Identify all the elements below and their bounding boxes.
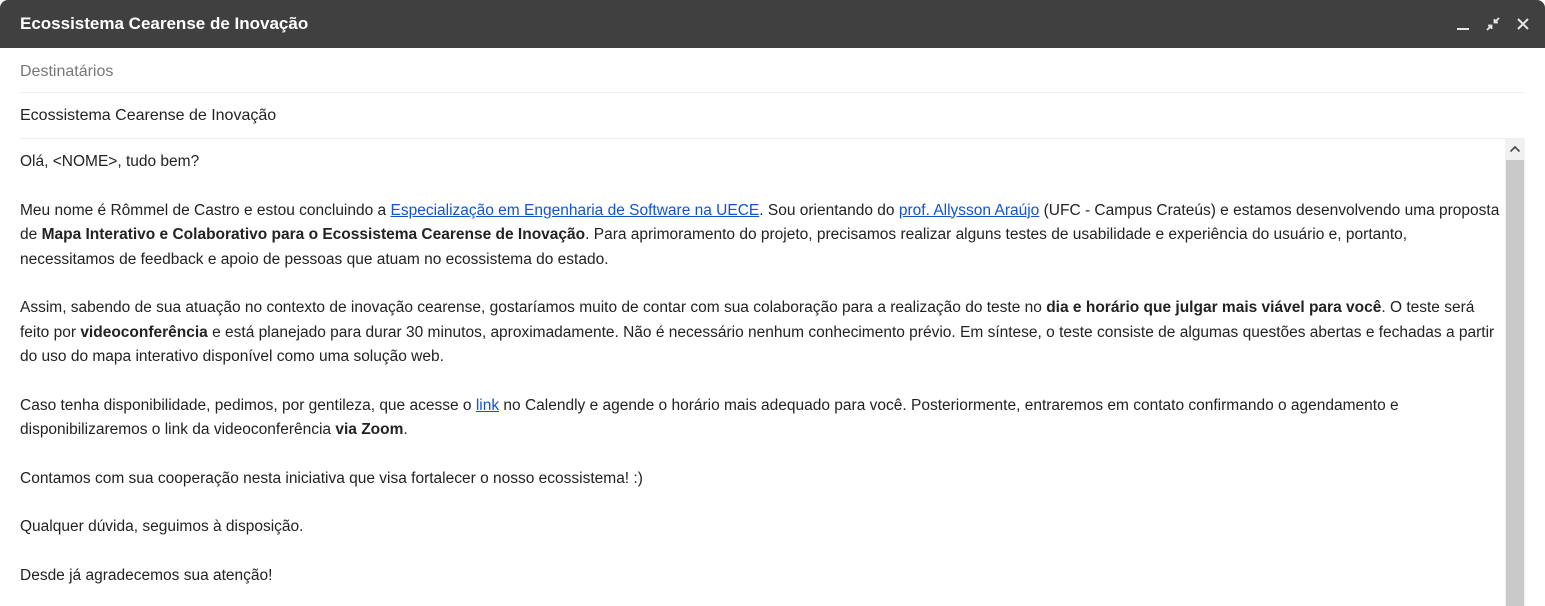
subject-field[interactable]: Ecossistema Cearense de Inovação: [20, 94, 1524, 139]
invitation-text-a: Assim, sabendo de sua atuação no context…: [20, 299, 1047, 316]
exit-fullscreen-icon: [1486, 17, 1500, 31]
cooperation-text: Contamos com sua cooperação nesta inicia…: [20, 469, 643, 487]
scheduling-text-a: Caso tenha disponibilidade, pedimos, por…: [20, 396, 476, 414]
questions-paragraph: Qualquer dúvida, seguimos à disposição.: [20, 515, 1504, 540]
close-icon: [1517, 18, 1529, 30]
intro-text-a: Meu nome é Rômmel de Castro e estou conc…: [20, 201, 391, 219]
specialization-link[interactable]: Especialização em Engenharia de Software…: [390, 202, 759, 219]
vertical-scrollbar[interactable]: [1505, 139, 1525, 606]
scheduling-paragraph: Caso tenha disponibilidade, pedimos, por…: [20, 394, 1504, 443]
compose-titlebar[interactable]: Ecossistema Cearense de Inovação: [0, 0, 1545, 48]
calendly-link[interactable]: link: [476, 397, 499, 414]
compose-title: Ecossistema Cearense de Inovação: [20, 14, 309, 33]
greeting-paragraph: Olá, <NOME>, tudo bem?: [20, 150, 1504, 175]
window-controls: [1455, 14, 1531, 34]
project-name: Mapa Interativo e Colaborativo para o Ec…: [41, 226, 586, 243]
cooperation-paragraph: Contamos com sua cooperação nesta inicia…: [20, 467, 1504, 492]
scheduling-text-c: .: [403, 421, 408, 438]
questions-text: Qualquer dúvida, seguimos à disposição.: [20, 518, 304, 535]
invitation-paragraph: Assim, sabendo de sua atuação no context…: [20, 296, 1504, 370]
minimize-icon: [1457, 28, 1469, 30]
minimize-button[interactable]: [1455, 14, 1471, 34]
close-button[interactable]: [1515, 14, 1531, 34]
exit-fullscreen-button[interactable]: [1485, 14, 1501, 34]
videoconference-emphasis: videoconferência: [80, 323, 208, 341]
professor-link[interactable]: prof. Allysson Araújo: [899, 202, 1039, 219]
thanks-paragraph: Desde já agradecemos sua atenção!: [20, 564, 1504, 589]
scroll-thumb[interactable]: [1506, 160, 1524, 606]
thanks-text: Desde já agradecemos sua atenção!: [20, 566, 273, 584]
schedule-emphasis: dia e horário que julgar mais viável par…: [1046, 299, 1382, 316]
scroll-up-button[interactable]: [1505, 139, 1525, 159]
subject-value: Ecossistema Cearense de Inovação: [20, 107, 277, 124]
intro-text-b: . Sou orientando do: [759, 201, 899, 219]
message-body[interactable]: Olá, <NOME>, tudo bem? Meu nome é Rômmel…: [20, 150, 1504, 606]
zoom-emphasis: via Zoom: [335, 421, 404, 438]
invitation-text-c: e está planejado para durar 30 minutos, …: [20, 323, 1495, 366]
compose-window: Ecossistema Cearense de Inovação Destina…: [0, 0, 1545, 606]
recipients-placeholder: Destinatários: [20, 63, 114, 80]
greeting-text: Olá, <NOME>, tudo bem?: [20, 153, 200, 170]
chevron-up-icon: [1509, 145, 1521, 153]
recipients-field[interactable]: Destinatários: [20, 49, 1524, 93]
intro-paragraph: Meu nome é Rômmel de Castro e estou conc…: [20, 199, 1504, 273]
